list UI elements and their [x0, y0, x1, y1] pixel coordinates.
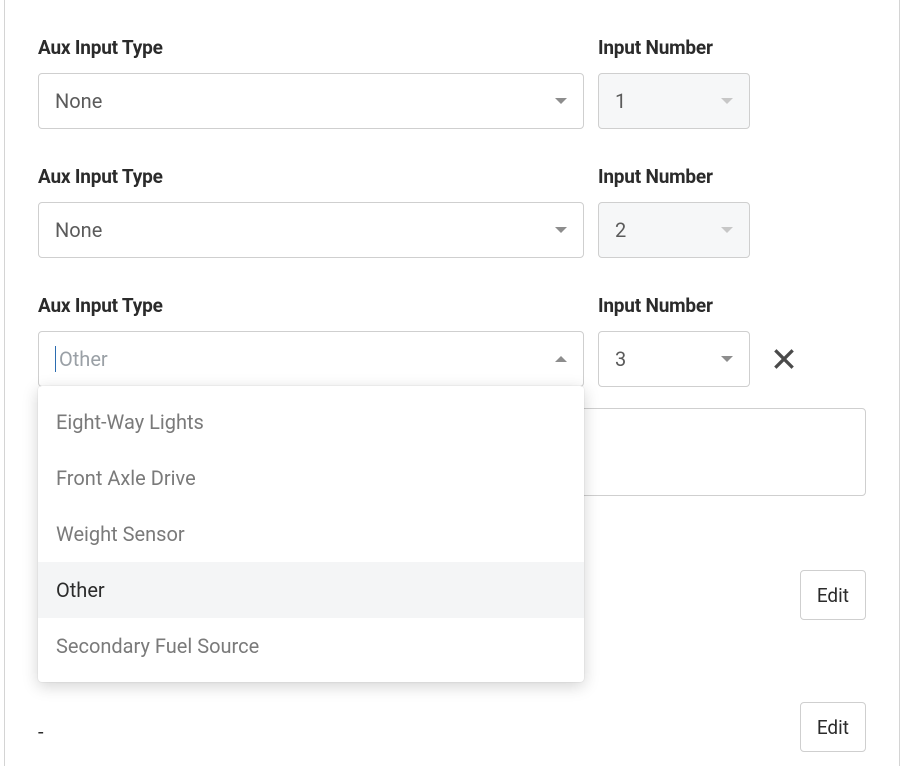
dropdown-option[interactable]: Secondary Fuel Source [38, 618, 584, 674]
input-number-label: Input Number [598, 294, 750, 317]
aux-input-type-value-1: None [55, 89, 102, 113]
aux-input-type-label: Aux Input Type [38, 165, 584, 188]
edit-button[interactable]: Edit [800, 702, 866, 752]
remove-row-button[interactable] [764, 331, 804, 387]
aux-input-type-select-2[interactable]: None [38, 202, 584, 258]
chevron-down-icon [555, 227, 567, 233]
aux-input-type-dropdown: Eight-Way Lights Front Axle Drive Weight… [38, 386, 584, 682]
chevron-down-icon [721, 98, 733, 104]
edit-button[interactable]: Edit [800, 570, 866, 620]
aux-input-type-label: Aux Input Type [38, 36, 584, 59]
dropdown-option[interactable]: Front Axle Drive [38, 450, 584, 506]
aux-input-type-label: Aux Input Type [38, 294, 584, 317]
aux-input-type-select-3[interactable]: Other [38, 331, 584, 387]
text-cursor [55, 346, 56, 372]
input-number-label: Input Number [598, 36, 750, 59]
input-number-select-3[interactable]: 3 [598, 331, 750, 387]
dash-text: - [38, 720, 44, 744]
aux-input-type-value-2: None [55, 218, 102, 242]
input-number-value-3: 3 [615, 347, 626, 371]
input-number-value-1: 1 [615, 89, 626, 113]
input-number-label: Input Number [598, 165, 750, 188]
aux-input-type-select-1[interactable]: None [38, 73, 584, 129]
input-number-select-1[interactable]: 1 [598, 73, 750, 129]
chevron-down-icon [721, 356, 733, 362]
close-icon [771, 346, 797, 372]
dropdown-option-selected[interactable]: Other [38, 562, 584, 618]
chevron-down-icon [721, 227, 733, 233]
aux-input-row-3: Aux Input Type Other Input Number 3 [38, 294, 866, 387]
input-number-select-2[interactable]: 2 [598, 202, 750, 258]
aux-input-row-1: Aux Input Type None Input Number 1 [38, 36, 866, 129]
input-number-value-2: 2 [615, 218, 626, 242]
aux-input-type-value-3: Other [59, 347, 108, 371]
dropdown-option[interactable]: Eight-Way Lights [38, 394, 584, 450]
aux-input-row-2: Aux Input Type None Input Number 2 [38, 165, 866, 258]
chevron-up-icon [555, 356, 567, 362]
chevron-down-icon [555, 98, 567, 104]
dropdown-option[interactable]: Weight Sensor [38, 506, 584, 562]
